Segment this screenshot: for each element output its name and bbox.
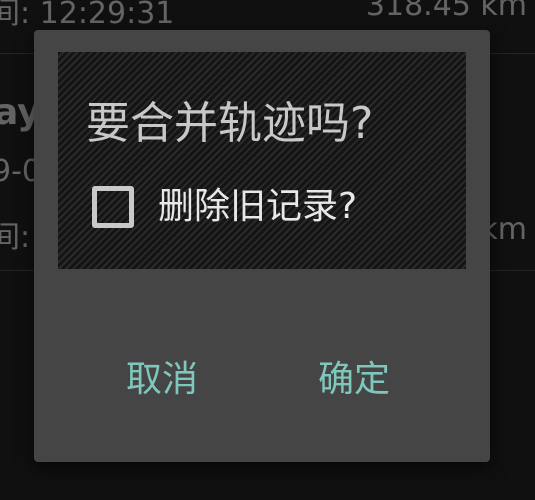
dialog-content: 要合并轨迹吗? 删除旧记录? — [58, 52, 466, 269]
delete-old-records-checkbox[interactable] — [92, 186, 134, 228]
confirm-button[interactable]: 确定 — [306, 348, 402, 412]
delete-old-records-checkbox-row[interactable]: 删除旧记录? — [92, 185, 357, 229]
dialog-actions: 取消 确定 — [34, 348, 490, 412]
merge-tracks-dialog: 要合并轨迹吗? 删除旧记录? 取消 确定 — [34, 30, 490, 462]
checkbox-label: 删除旧记录? — [158, 186, 358, 227]
dialog-title: 要合并轨迹吗? — [86, 98, 374, 149]
cancel-button[interactable]: 取消 — [114, 348, 210, 412]
